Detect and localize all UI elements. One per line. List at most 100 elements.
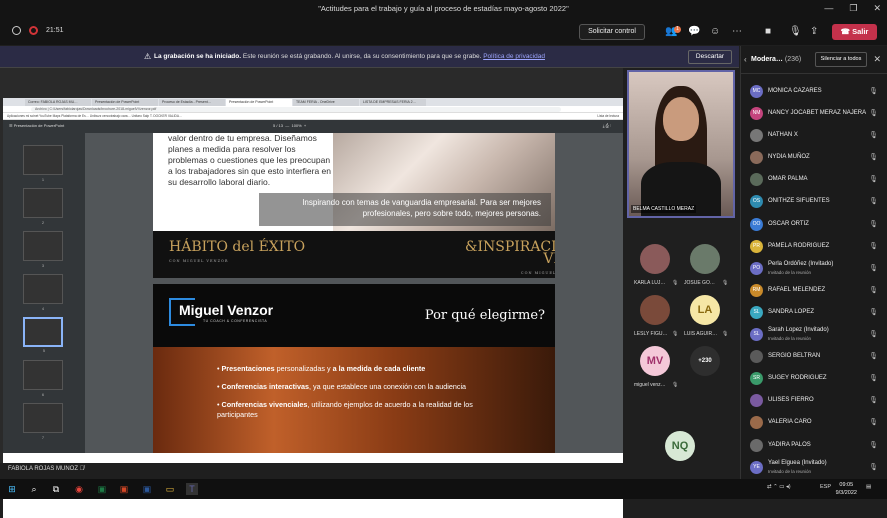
reactions-icon[interactable]: ☺ [710, 26, 720, 37]
mic-off-icon[interactable]: 🎙 [789, 26, 802, 37]
browser-tab[interactable]: Correo: FABIOLA ROJAS MU… [25, 99, 91, 106]
participant-row[interactable]: VALERIA CARO 🎙 [741, 412, 887, 434]
browser-tab[interactable]: Presentación de PowerPoint [226, 99, 292, 106]
page-thumbnail[interactable]: 3 [23, 231, 63, 268]
mic-off-icon[interactable]: 🎙 [869, 352, 878, 360]
page-thumbnail[interactable]: 5 [23, 317, 63, 353]
mic-off-icon[interactable]: 🎙 [869, 242, 878, 250]
reading-list[interactable]: Lista de lectura [597, 114, 619, 118]
tray-icons[interactable]: ⇄ ⌃ ▭ ◂) [767, 484, 791, 490]
browser-tab[interactable]: LISTA DE EMPRESAS FERIA 2… [360, 99, 426, 106]
download-print-icons[interactable]: ⤓ ⎙ ⋮ [603, 123, 611, 128]
participant-row[interactable]: SL SANDRA LOPEZ 🎙 [741, 302, 887, 324]
participant-row[interactable]: SL Sarah Lopez (Invitado) Invitado de la r… [741, 324, 887, 346]
participant-row[interactable]: ULISES FIERRO 🎙 [741, 390, 887, 412]
participant-row[interactable]: MC MONICA CAZARES 🎙 [741, 81, 887, 103]
mic-off-icon[interactable]: 🎙 [869, 153, 878, 161]
participant-name: SUGEY RODRIGUEZ [768, 375, 827, 382]
page-number[interactable]: 5 / 13 [273, 123, 283, 128]
windows-start-icon[interactable]: ⊞ [6, 483, 18, 495]
browser-tab[interactable]: TEAM FERIA - OneDrive [293, 99, 359, 106]
participant-row[interactable]: NATHAN X 🎙 [741, 125, 887, 147]
mic-off-icon[interactable]: 🎙 [869, 463, 878, 471]
participant-row[interactable]: OMAR PALMA 🎙 [741, 169, 887, 191]
mic-off-icon[interactable]: 🎙 [869, 308, 878, 316]
close-icon[interactable]: ✕ [873, 3, 881, 14]
chevron-left-icon[interactable]: ‹ [744, 55, 747, 64]
participant-name: YADIRA PALOS [768, 441, 811, 448]
participant-tile[interactable]: +230 [690, 346, 720, 376]
page-thumbnail[interactable]: 1 [23, 145, 63, 182]
mic-off-icon[interactable]: 🎙 [869, 131, 878, 139]
mute-all-button[interactable]: Silenciar a todos [815, 52, 867, 67]
participant-row[interactable]: PR PAMELA RODRIGUEZ 🎙 [741, 236, 887, 258]
word-icon[interactable]: ▣ [141, 483, 153, 495]
more-options-icon[interactable]: ⋯ [732, 26, 742, 37]
mic-off-icon[interactable]: 🎙 [869, 441, 878, 449]
participant-row[interactable]: OO OSCAR ORTIZ 🎙 [741, 214, 887, 236]
chrome-icon[interactable]: ◉ [73, 483, 85, 495]
page-thumbnail[interactable]: 6 [23, 360, 63, 397]
privacy-policy-link[interactable]: Política de privacidad [483, 53, 545, 60]
page-thumbnail[interactable]: 2 [23, 188, 63, 225]
dismiss-button[interactable]: Descartar [688, 50, 732, 64]
mic-off-icon[interactable]: 🎙 [869, 330, 878, 338]
mic-off-icon[interactable]: 🎙 [869, 374, 878, 382]
bookmarks-bar: Aplicaciones mi scinet YouTube Maps Plat… [3, 113, 623, 120]
mic-off-icon[interactable]: 🎙 [869, 264, 878, 272]
url-text[interactable]: Archivo | C:/Users/fabiolarojas/Download… [31, 107, 561, 112]
participant-tile[interactable]: NQ [665, 431, 695, 461]
notifications-icon[interactable]: ▤ [866, 484, 871, 490]
page-indicator[interactable]: 5 / 13 — 100% + [273, 123, 306, 128]
chat-icon[interactable]: 💬 [688, 26, 700, 37]
page-thumbnail[interactable]: 7 [23, 403, 63, 440]
mic-off-icon[interactable]: 🎙 [869, 286, 878, 294]
shield-icon[interactable] [12, 26, 21, 35]
phone-icon: ☎ [840, 27, 853, 36]
address-bar[interactable]: Archivo | C:/Users/fabiolarojas/Download… [3, 106, 623, 113]
task-view-icon[interactable]: ⧉ [50, 483, 62, 495]
participant-row[interactable]: OS ONITHZE SIFUENTES 🎙 [741, 191, 887, 213]
close-panel-icon[interactable]: ✕ [873, 54, 881, 65]
maximize-icon[interactable]: ❐ [849, 3, 857, 14]
mic-off-icon[interactable]: 🎙 [869, 109, 878, 117]
participant-tile[interactable] [690, 244, 720, 274]
avatar [750, 151, 763, 165]
participant-row[interactable]: SERGIO BELTRAN 🎙 [741, 346, 887, 368]
participant-tile[interactable]: LA [690, 295, 720, 325]
mic-off-icon[interactable]: 🎙 [869, 175, 878, 183]
leave-button[interactable]: ☎ Salir [832, 24, 877, 40]
mic-off-icon[interactable]: 🎙 [869, 396, 878, 404]
excel-icon[interactable]: ▣ [96, 483, 108, 495]
search-icon[interactable]: ⌕ [28, 483, 40, 495]
system-clock[interactable]: 09:05 9/3/2022 [836, 481, 857, 497]
participant-row[interactable]: NYDIA MUÑOZ 🎙 [741, 147, 887, 169]
participant-row[interactable]: YADIRA PALOS 🎙 [741, 435, 887, 457]
zoom-level[interactable]: 100% [291, 123, 301, 128]
mic-off-icon[interactable]: 🎙 [869, 418, 878, 426]
participant-row[interactable]: RM RAFAEL MELENDEZ 🎙 [741, 280, 887, 302]
participant-row[interactable]: PO Perla Ordóñez (Invitado) Invitado de la… [741, 258, 887, 280]
page-thumbnail[interactable]: 4 [23, 274, 63, 311]
share-screen-icon[interactable]: ⇪ [810, 26, 818, 37]
spotlight-video[interactable]: BELMA CASTILLO MERAZ [627, 70, 735, 218]
participant-tile[interactable] [640, 295, 670, 325]
camera-off-icon[interactable]: ■ [765, 26, 771, 37]
participant-row[interactable]: NM NANCY JOCABET MERAZ NAJERA 🎙 [741, 103, 887, 125]
browser-tab[interactable]: Proceso de Estadía - Present… [159, 99, 225, 106]
participant-row[interactable]: YE Yael Elguea (Invitado) Invitado de la r… [741, 457, 887, 479]
minimize-icon[interactable]: — [824, 3, 833, 14]
file-explorer-icon[interactable]: ▭ [164, 483, 176, 495]
bookmarks-list[interactable]: Aplicaciones mi scinet YouTube Maps Plat… [7, 114, 182, 118]
request-control-button[interactable]: Solicitar control [579, 24, 645, 40]
mic-off-icon[interactable]: 🎙 [869, 220, 878, 228]
language-indicator[interactable]: ESP [820, 484, 831, 490]
mic-off-icon[interactable]: 🎙 [869, 197, 878, 205]
browser-tab[interactable]: Presentación de PowerPoint [92, 99, 158, 106]
teams-icon[interactable]: T [186, 483, 198, 495]
powerpoint-icon[interactable]: ▣ [118, 483, 130, 495]
participant-tile[interactable] [640, 244, 670, 274]
participant-row[interactable]: SR SUGEY RODRIGUEZ 🎙 [741, 368, 887, 390]
mic-off-icon[interactable]: 🎙 [869, 87, 878, 95]
participant-tile[interactable]: MV [640, 346, 670, 376]
